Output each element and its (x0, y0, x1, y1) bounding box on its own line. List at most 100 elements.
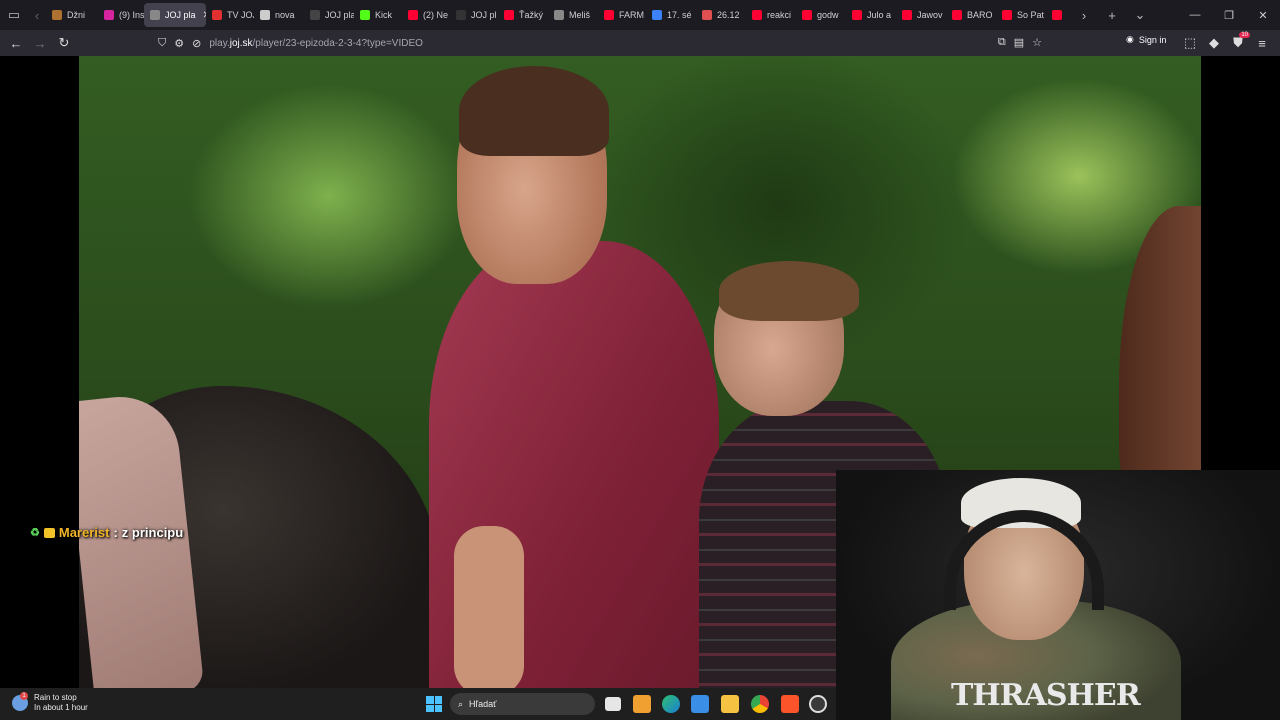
tab-favicon-icon (504, 10, 514, 20)
tab-label: (9) Ins (119, 10, 144, 20)
store-icon[interactable] (633, 695, 651, 713)
browser-tab[interactable]: nova (254, 3, 304, 27)
tab-label: Kick (375, 10, 393, 20)
weather-badge: 1 (20, 692, 28, 700)
navigation-bar: ← → ↻ ⛉ ⚙ ⊘ play.joj.sk/player/23-epizod… (0, 30, 1280, 56)
tab-strip: ▭ ‹ Džni(9) InsJOJ pla✕TV JOJnovaJOJ pla… (0, 0, 1280, 30)
brave-icon[interactable] (781, 695, 799, 713)
edge-icon[interactable] (662, 695, 680, 713)
chrome-icon[interactable] (751, 695, 769, 713)
bookmark-star-icon[interactable]: ☆ (1032, 36, 1042, 49)
extensions-icon[interactable]: ⬚ (1178, 30, 1202, 56)
tab-label: nova (275, 10, 295, 20)
browser-tab[interactable]: JOJ play (304, 3, 354, 27)
list-all-tabs-icon[interactable]: ⌄ (1126, 0, 1154, 30)
woman-hair-image (719, 261, 859, 321)
tab-label: JOJ play (325, 10, 354, 20)
browser-tab[interactable]: Ťažký (498, 3, 548, 27)
tab-favicon-icon (1002, 10, 1012, 20)
taskbar-search[interactable]: ⌕ Hľadať (450, 693, 595, 715)
tab-label: Julo a (867, 10, 892, 20)
weather-icon: 1 (12, 692, 28, 711)
browser-tab[interactable]: JOJ pl (450, 3, 498, 27)
ublock-icon[interactable]: ⛊ 10 (1226, 30, 1250, 56)
reader-view-icon[interactable]: ▤ (1014, 36, 1024, 49)
tab-favicon-icon (310, 10, 320, 20)
subscriber-badge-icon: ♻ (30, 527, 40, 539)
browser-tab[interactable]: (2) Ne (402, 3, 450, 27)
new-tab-icon[interactable]: + (1098, 0, 1126, 30)
scroll-tabs-right-icon[interactable]: › (1070, 0, 1098, 30)
browser-tab[interactable]: Jawov (896, 3, 946, 27)
menu-icon[interactable]: ≡ (1250, 30, 1274, 56)
picture-in-picture-icon[interactable]: ⧉ (998, 36, 1006, 49)
browser-tab[interactable]: FARM (598, 3, 646, 27)
close-window-button[interactable]: ✕ (1246, 0, 1280, 30)
tab-label: reakci (767, 10, 792, 20)
file-explorer-icon[interactable] (721, 695, 739, 713)
browser-tab[interactable]: 17. sé (646, 3, 696, 27)
sign-in-button[interactable]: ◉ Sign in (1126, 34, 1166, 45)
tab-favicon-icon (212, 10, 222, 20)
search-placeholder: Hľadať (469, 699, 497, 709)
weather-widget[interactable]: 1 Rain to stop In about 1 hour (12, 692, 88, 713)
tab-favicon-icon (52, 10, 62, 20)
tab-favicon-icon (852, 10, 862, 20)
tab-label: Džni (67, 10, 86, 20)
obs-icon[interactable] (809, 695, 827, 713)
chat-text: z principu (121, 525, 184, 540)
weather-title: Rain to stop (34, 693, 77, 702)
tab-favicon-icon (802, 10, 812, 20)
tab-favicon-icon (652, 10, 662, 20)
browser-tab[interactable]: Džni (46, 3, 98, 27)
browser-tab[interactable] (1046, 3, 1068, 27)
browser-tab[interactable]: BARO (946, 3, 996, 27)
permissions-icon[interactable]: ⚙ (174, 37, 184, 50)
minimize-button[interactable]: — (1178, 0, 1212, 30)
restore-button[interactable]: ❐ (1212, 0, 1246, 30)
tab-label: 17. sé (667, 10, 692, 20)
reload-button[interactable]: ↻ (52, 30, 76, 56)
tracking-protection-icon[interactable]: ⛉ (158, 37, 166, 50)
browser-tab[interactable]: godw (796, 3, 846, 27)
task-view-icon[interactable] (605, 697, 621, 711)
tab-favicon-icon (456, 10, 466, 20)
browser-tab[interactable]: 26.12 (696, 3, 746, 27)
tab-label: JOJ pl (471, 10, 497, 20)
scroll-tabs-left-icon[interactable]: ‹ (28, 0, 46, 30)
browser-tab[interactable]: Meliš (548, 3, 598, 27)
browser-tab[interactable]: JOJ pla✕ (144, 3, 206, 27)
sign-in-label: Sign in (1138, 34, 1167, 45)
tab-label: Meliš (569, 10, 591, 20)
tab-favicon-icon (952, 10, 962, 20)
browser-tab[interactable]: So Pat (996, 3, 1046, 27)
browser-tab[interactable]: TV JOJ (206, 3, 254, 27)
browser-tab[interactable]: reakci (746, 3, 796, 27)
search-icon: ⌕ (458, 698, 464, 709)
photos-icon[interactable] (691, 695, 709, 713)
connection-info-icon[interactable]: ⊘ (192, 37, 201, 50)
man-hair-image (459, 66, 609, 156)
tab-label: TV JOJ (227, 10, 254, 20)
url-text[interactable]: play.joj.sk/player/23-epizoda-2-3-4?type… (209, 38, 423, 49)
webcam-overlay: THRASHER (836, 470, 1280, 720)
vip-badge-icon (43, 527, 55, 538)
browser-tab[interactable]: (9) Ins (98, 3, 144, 27)
browser-tab[interactable]: Julo a (846, 3, 896, 27)
tab-favicon-icon (702, 10, 712, 20)
start-button[interactable] (426, 696, 442, 712)
tab-overview-icon[interactable]: ▭ (0, 0, 28, 30)
weather-subtitle: In about 1 hour (34, 703, 88, 712)
extension-shield-icon[interactable]: ◆ (1202, 30, 1226, 56)
tab-favicon-icon (554, 10, 564, 20)
tabs-list: Džni (9) InsJOJ pla✕ TV JOJ nova JOJ play Kic… (46, 0, 1070, 30)
tab-favicon-icon (408, 10, 418, 20)
tab-favicon-icon (604, 10, 614, 20)
address-bar[interactable]: ⛉ ⚙ ⊘ play.joj.sk/player/23-epizoda-2-3-… (152, 33, 1048, 53)
extension-badge: 10 (1239, 32, 1250, 38)
account-icon: ◉ (1126, 34, 1134, 44)
back-button[interactable]: ← (4, 30, 28, 56)
forward-button[interactable]: → (28, 30, 52, 56)
tab-label: JOJ pla (165, 10, 196, 20)
browser-tab[interactable]: Kick (354, 3, 402, 27)
